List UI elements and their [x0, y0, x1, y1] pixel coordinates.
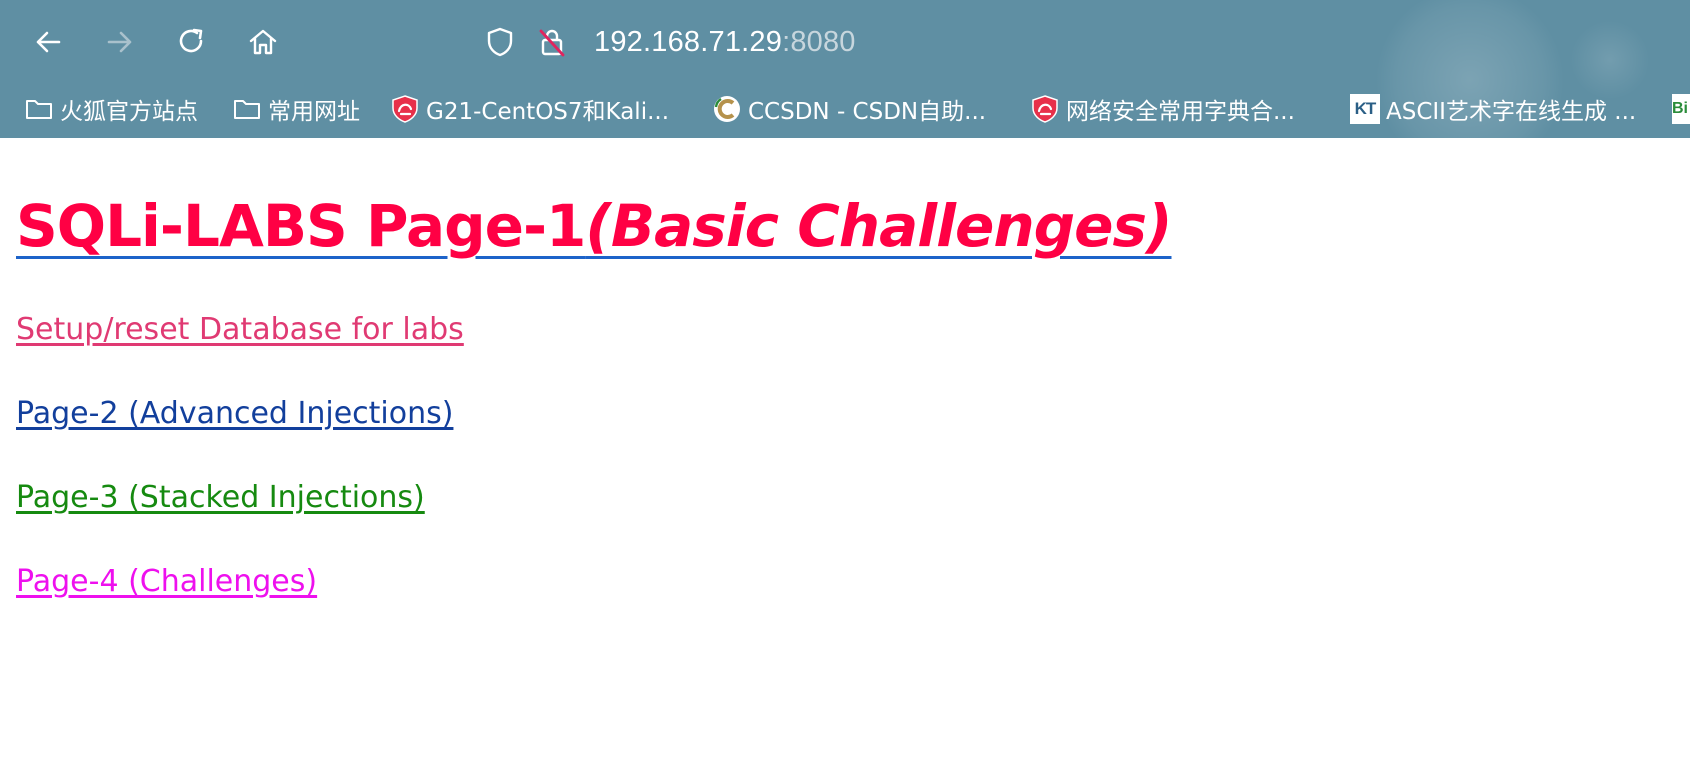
bookmark-label: 火狐官方站点: [60, 99, 198, 125]
page-title-sub: (Basic Challenges): [585, 192, 1172, 260]
folder-icon: [24, 94, 54, 124]
address-bar[interactable]: 192.168.71.29:8080: [480, 22, 856, 62]
bookmark-label: 常用网址: [268, 99, 360, 125]
url-host: 192.168.71.29: [594, 25, 783, 58]
bookmark-label: 网络安全常用字典合...: [1066, 99, 1295, 125]
bookmark-folder-firefox-sites[interactable]: 火狐官方站点: [24, 92, 198, 126]
bookmark-label: CCSDN - CSDN自助...: [748, 99, 987, 125]
page-title-link[interactable]: SQLi-LABS Page-1(Basic Challenges): [16, 186, 1173, 266]
page-4-link[interactable]: Page-4 (Challenges): [16, 562, 317, 602]
bookmark-label: G21-CentOS7和Kali...: [426, 99, 670, 125]
folder-icon: [232, 94, 262, 124]
kt-logo-icon: KT: [1350, 94, 1380, 124]
home-button[interactable]: [243, 22, 283, 62]
shield-logo-icon: [390, 94, 420, 124]
bookmark-ascii-art[interactable]: KT ASCII艺术字在线生成 ...: [1350, 92, 1636, 126]
url-port: :8080: [782, 25, 856, 58]
bookmark-centos-kali[interactable]: G21-CentOS7和Kali...: [390, 92, 669, 126]
bi-logo-icon: Bi: [1668, 94, 1690, 124]
shield-logo-icon: [1030, 94, 1060, 124]
page-title-main: SQLi-LABS Page-1: [16, 192, 586, 260]
bookmark-folder-common-sites[interactable]: 常用网址: [232, 92, 360, 126]
tracking-protection-shield-icon[interactable]: [480, 22, 520, 62]
arrow-right-icon: [107, 31, 132, 53]
page-3-link[interactable]: Page-3 (Stacked Injections): [16, 478, 425, 518]
bookmark-label: ASCII艺术字在线生成 ...: [1386, 99, 1637, 125]
reload-icon: [179, 28, 203, 53]
home-icon: [249, 29, 277, 55]
forward-button[interactable]: [100, 22, 140, 62]
back-button[interactable]: [28, 22, 68, 62]
bookmark-security-dictionary[interactable]: 网络安全常用字典合...: [1030, 92, 1295, 126]
reload-button[interactable]: [172, 22, 212, 62]
page-2-link[interactable]: Page-2 (Advanced Injections): [16, 394, 453, 434]
url-text[interactable]: 192.168.71.29:8080: [594, 26, 856, 59]
setup-database-link[interactable]: Setup/reset Database for labs: [16, 310, 464, 350]
bookmark-ccsdn[interactable]: CCSDN - CSDN自助...: [712, 92, 986, 126]
bookmarks-toolbar: 火狐官方站点 常用网址 G21-CentOS7和Kali... CCSDN - …: [0, 88, 1690, 132]
insecure-lock-icon[interactable]: [532, 22, 572, 62]
bookmark-overflow[interactable]: Bi: [1668, 92, 1690, 126]
c-logo-icon: [712, 94, 742, 124]
navigation-toolbar: 192.168.71.29:8080: [0, 0, 1690, 84]
browser-chrome: 192.168.71.29:8080 火狐官方站点 常用网址 G21-CentO…: [0, 0, 1690, 138]
arrow-left-icon: [36, 31, 61, 53]
